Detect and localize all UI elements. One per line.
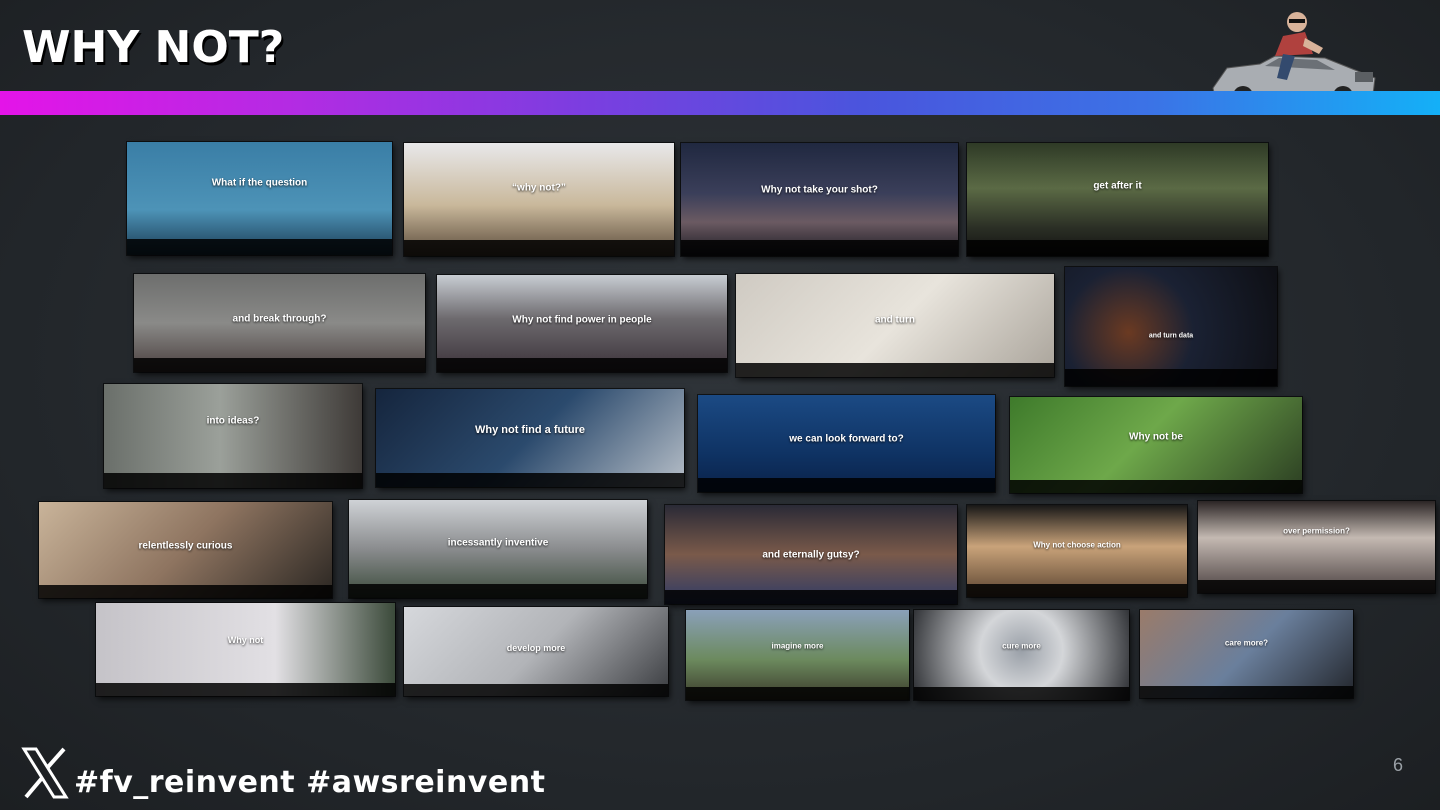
video-frame-tile: Why not — [96, 603, 395, 696]
letterbox-bar — [736, 362, 1054, 377]
video-frame-tile: care more? — [1140, 610, 1353, 698]
video-frame-tile: cure more — [914, 610, 1129, 700]
letterbox-bar — [104, 473, 362, 488]
tile-caption: into ideas? — [206, 415, 260, 427]
video-frame-tile: Why not be — [1010, 397, 1302, 493]
letterbox-bar — [1010, 479, 1302, 493]
page-number: 6 — [1393, 755, 1404, 775]
video-frame-tile: Why not choose action — [967, 505, 1187, 597]
video-frame-tile: and eternally gutsy? — [665, 505, 957, 604]
video-frame-tile: and turn — [736, 274, 1054, 377]
footer: #fv_reinvent #awsreinvent — [20, 745, 545, 801]
video-frame-tile: relentlessly curious — [39, 502, 332, 598]
letterbox-bar — [665, 590, 957, 604]
tile-caption: and turn — [875, 314, 915, 326]
letterbox-bar — [39, 584, 332, 598]
tile-caption: Why not find power in people — [512, 314, 652, 326]
video-frame-tile: get after it — [967, 143, 1268, 256]
video-frame-tile: What if the question — [127, 142, 392, 255]
tile-caption: and break through? — [232, 313, 327, 325]
video-frame-tile: and turn data — [1065, 267, 1277, 386]
tile-caption: Why not be — [1129, 431, 1183, 443]
letterbox-bar — [967, 584, 1187, 597]
x-logo-icon — [21, 747, 69, 799]
letterbox-bar — [349, 584, 647, 598]
letterbox-bar — [134, 358, 425, 372]
tile-caption: over permission? — [1283, 526, 1350, 536]
letterbox-bar — [681, 240, 958, 256]
letterbox-bar — [698, 478, 995, 492]
tile-caption: and eternally gutsy? — [762, 549, 860, 560]
tile-caption: relentlessly curious — [138, 540, 233, 552]
tile-caption: develop more — [506, 642, 566, 653]
video-frame-tile: Why not find a future — [376, 389, 684, 487]
video-frame-tile: and break through? — [134, 274, 425, 372]
letterbox-bar — [1198, 580, 1435, 593]
letterbox-bar — [1065, 369, 1277, 386]
letterbox-bar — [127, 239, 392, 255]
tile-caption: cure more — [1002, 641, 1041, 651]
letterbox-bar — [686, 687, 909, 700]
video-frame-tile: into ideas? — [104, 384, 362, 488]
tile-caption: get after it — [1093, 180, 1142, 192]
tile-caption: imagine more — [771, 641, 824, 651]
tile-caption: and turn data — [1148, 332, 1194, 340]
tile-caption: “why not?” — [512, 182, 566, 194]
tile-caption: Why not find a future — [475, 424, 585, 437]
letterbox-bar — [967, 240, 1268, 256]
video-frame-tile: we can look forward to? — [698, 395, 995, 492]
tile-caption: Why not take your shot? — [761, 184, 878, 196]
slide-title: WHY NOT? — [22, 22, 285, 73]
tile-caption: Why not choose action — [1033, 540, 1121, 550]
letterbox-bar — [404, 683, 668, 696]
video-frame-tile: “why not?” — [404, 143, 674, 256]
video-frame-tile: incessantly inventive — [349, 500, 647, 598]
video-frame-tile: develop more — [404, 607, 668, 696]
video-frame-tile: Why not take your shot? — [681, 143, 958, 256]
tile-caption: we can look forward to? — [789, 433, 904, 445]
tile-caption: What if the question — [211, 177, 308, 189]
gradient-accent-bar — [0, 91, 1440, 115]
letterbox-bar — [376, 473, 684, 487]
letterbox-bar — [1140, 685, 1353, 698]
letterbox-bar — [914, 687, 1129, 700]
letterbox-bar — [437, 358, 727, 372]
letterbox-bar — [404, 240, 674, 256]
letterbox-bar — [96, 682, 395, 696]
video-frame-tile: over permission? — [1198, 501, 1435, 593]
video-frame-tile: Why not find power in people — [437, 275, 727, 372]
hashtags: #fv_reinvent #awsreinvent — [74, 764, 546, 800]
tile-caption: care more? — [1224, 638, 1269, 648]
tile-caption: incessantly inventive — [447, 537, 549, 549]
tile-caption: Why not — [227, 635, 264, 646]
video-frame-tile: imagine more — [686, 610, 909, 700]
